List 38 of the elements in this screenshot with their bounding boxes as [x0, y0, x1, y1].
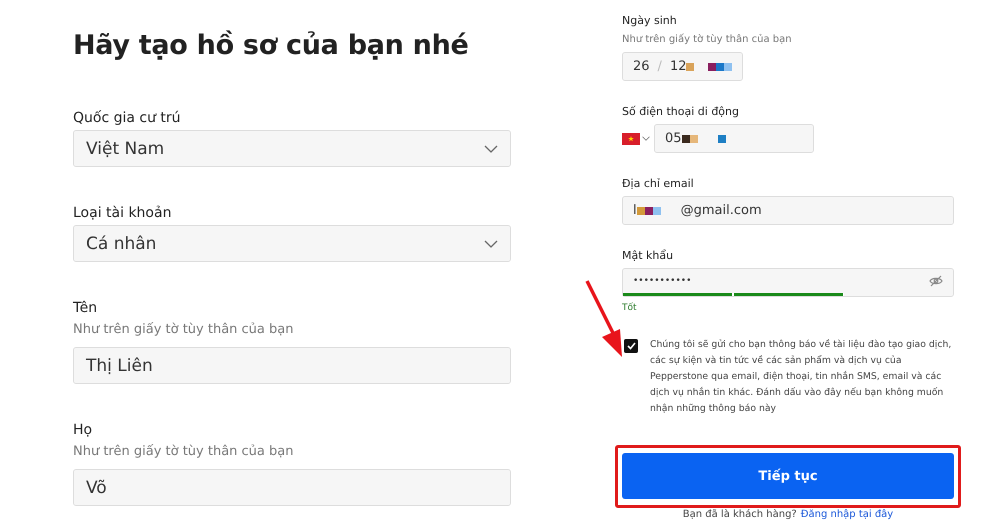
- email-field[interactable]: l @gmail.com: [622, 196, 954, 225]
- field-label: Họ: [73, 421, 94, 439]
- page-title: Hãy tạo hồ sơ của bạn nhé: [73, 29, 470, 63]
- redaction-mark: [636, 206, 661, 214]
- chevron-down-icon: [484, 144, 498, 152]
- password-field[interactable]: •••••••••••: [622, 268, 954, 297]
- flag-icon: [622, 132, 640, 144]
- text-field[interactable]: Võ: [73, 469, 511, 506]
- country-code-dropdown[interactable]: [622, 132, 650, 144]
- select-field[interactable]: Cá nhân: [73, 225, 511, 262]
- field-label: Mật khẩu: [622, 249, 674, 263]
- redaction-mark: [708, 62, 732, 70]
- checkbox[interactable]: [624, 339, 638, 353]
- text-field[interactable]: Thị Liên: [73, 347, 511, 384]
- redaction-mark: [718, 134, 726, 142]
- redaction-mark: [682, 134, 698, 142]
- field-label: Quốc gia cư trú: [73, 109, 182, 127]
- continue-button[interactable]: Tiếp tục: [622, 453, 954, 499]
- field-label: Tên: [73, 299, 98, 317]
- login-prompt: Bạn đã là khách hàng?: [682, 509, 797, 520]
- date-field[interactable]: 26 / 12: [622, 52, 743, 81]
- chevron-down-icon: [484, 240, 498, 248]
- login-link[interactable]: Đăng nhập tại đây: [800, 509, 894, 520]
- strength-label: Tốt: [622, 303, 638, 313]
- eye-slash-icon[interactable]: [929, 275, 943, 287]
- field-label: Số điện thoại di động: [622, 105, 740, 119]
- field-label: Loại tài khoản: [73, 204, 172, 222]
- select-field[interactable]: Việt Nam: [73, 130, 511, 167]
- redaction-mark: [686, 62, 694, 70]
- field-label: Địa chỉ email: [622, 177, 695, 191]
- check-icon: [626, 342, 636, 350]
- chevron-down-icon: [642, 136, 650, 141]
- field-hint: Như trên giấy tờ tùy thân của bạn: [622, 33, 793, 46]
- field-hint: Như trên giấy tờ tùy thân của bạn: [73, 321, 294, 339]
- consent-text: Chúng tôi sẽ gửi cho bạn thông báo về tài liệu đào tạo giao dịch, các sự kiện và tin tức về các sản phẩm và dịch vụ của Pepperstone qua email, điện thoại, tin nhắn SMS, email và các dịch vụ nhắn tin khác. Đánh dấu vào đây nếu bạn không muốn nhận những thông báo này: [650, 338, 952, 416]
- field-hint: Như trên giấy tờ tùy thân của bạn: [73, 443, 294, 461]
- phone-field[interactable]: 05: [654, 124, 814, 153]
- field-label: Ngày sinh: [622, 14, 678, 28]
